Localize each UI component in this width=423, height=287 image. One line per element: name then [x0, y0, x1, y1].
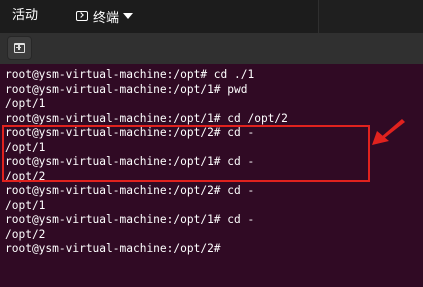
triangle-down-icon: [123, 13, 134, 19]
terminal-header-bar: [0, 33, 423, 64]
terminal-line: root@ysm-virtual-machine:/opt# cd ./1: [5, 68, 255, 81]
terminal-line: /opt/2: [5, 227, 46, 241]
app-menu-label: 终端: [93, 10, 120, 26]
topbar-right-area: [318, 0, 423, 33]
terminal-line: root@ysm-virtual-machine:/opt/1# cd /opt…: [5, 111, 288, 125]
terminal-line: /opt/2: [5, 169, 46, 183]
app-menu-button[interactable]: 终端: [76, 8, 134, 26]
terminal-line: root@ysm-virtual-machine:/opt/1# cd -: [5, 213, 255, 226]
terminal-line: root@ysm-virtual-machine:/opt/2# cd -: [5, 184, 255, 197]
terminal-icon: [76, 11, 88, 21]
terminal-view[interactable]: root@ysm-virtual-machine:/opt# cd ./1 ro…: [0, 64, 423, 287]
terminal-line: root@ysm-virtual-machine:/opt/1# cd -: [5, 155, 255, 168]
terminal-line: /opt/1: [5, 97, 46, 110]
desktop-screen: 活动 终端 root@ysm-virtual-machine:/opt# cd …: [0, 0, 423, 287]
terminal-line: root@ysm-virtual-machine:/opt/1# pwd: [5, 82, 248, 96]
terminal-prompt-line: root@ysm-virtual-machine:/opt/2#: [5, 242, 221, 255]
terminal-line: root@ysm-virtual-machine:/opt/2# cd -: [5, 126, 255, 139]
terminal-output: root@ysm-virtual-machine:/opt# cd ./1 ro…: [5, 68, 288, 257]
activities-button[interactable]: 活动: [12, 8, 38, 24]
annotation-arrow-icon: [372, 119, 405, 145]
new-tab-icon: [14, 43, 25, 53]
top-bar: 活动 终端: [0, 0, 423, 33]
terminal-line: /opt/1: [5, 140, 46, 154]
terminal-line: /opt/1: [5, 198, 46, 212]
new-tab-button[interactable]: [7, 36, 32, 60]
